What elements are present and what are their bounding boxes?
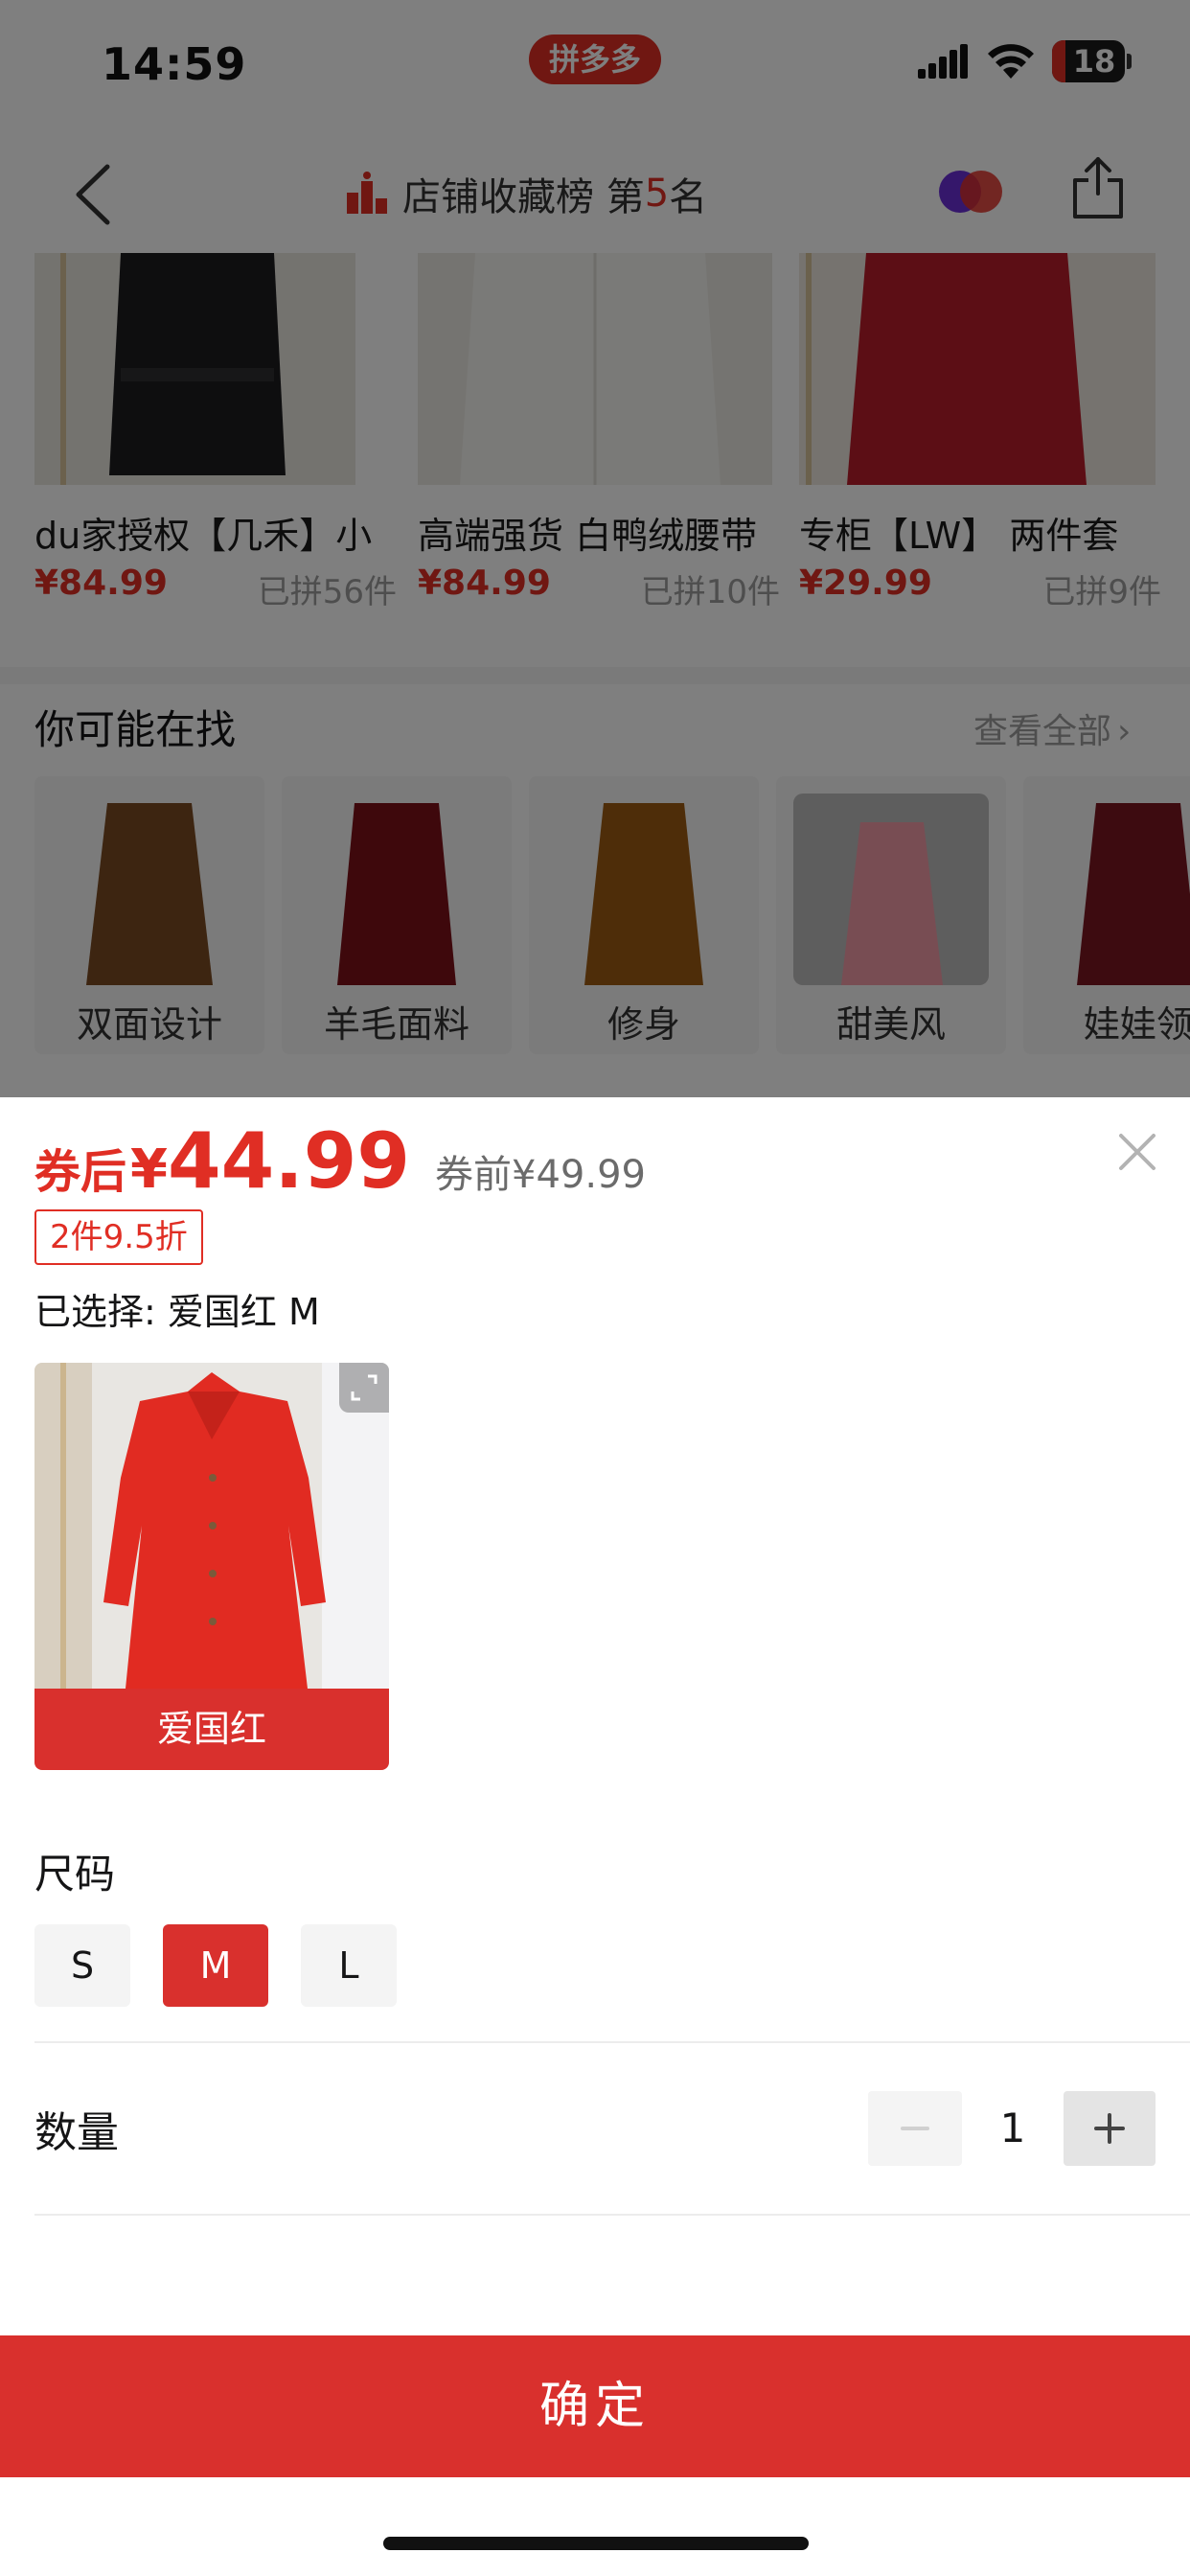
- sku-selection-sheet: 券后 ¥ 44.99 券前¥49.99 2件9.5折 已选择: 爱国红 M 爱国…: [0, 1097, 1190, 2576]
- divider: [34, 2041, 1190, 2043]
- home-indicator[interactable]: [383, 2537, 809, 2550]
- color-option-card[interactable]: 爱国红: [34, 1363, 389, 1770]
- promo-tag: 2件9.5折: [34, 1209, 203, 1265]
- price-prefix: 券后: [34, 1145, 127, 1199]
- modal-backdrop[interactable]: [0, 0, 1190, 1097]
- coupon-price: 44.99: [167, 1116, 411, 1206]
- close-icon[interactable]: [1113, 1128, 1161, 1176]
- color-option-image: [34, 1363, 389, 1689]
- size-option-m[interactable]: M: [163, 1924, 268, 2007]
- quantity-value[interactable]: 1: [962, 2091, 1064, 2166]
- price-line: 券后 ¥ 44.99 券前¥49.99: [34, 1116, 646, 1206]
- currency-symbol: ¥: [130, 1138, 168, 1201]
- size-option-l[interactable]: L: [301, 1924, 397, 2007]
- size-option-s[interactable]: S: [34, 1924, 130, 2007]
- plus-icon: [1094, 2113, 1125, 2144]
- product-page-background: 14:59 拼多多 18: [0, 0, 1190, 1097]
- minus-icon: [901, 2127, 929, 2130]
- divider: [34, 2214, 1190, 2216]
- confirm-button[interactable]: 确定: [0, 2335, 1190, 2477]
- expand-icon[interactable]: [339, 1363, 389, 1413]
- original-price: 券前¥49.99: [435, 1153, 646, 1197]
- size-section-title: 尺码: [34, 1851, 116, 1898]
- color-option-label: 爱国红: [34, 1689, 389, 1770]
- selected-spec: 已选择: 爱国红 M: [34, 1291, 320, 1333]
- quantity-increase-button[interactable]: [1064, 2091, 1156, 2166]
- size-options: S M L: [34, 1924, 429, 2007]
- quantity-decrease-button[interactable]: [868, 2091, 962, 2166]
- quantity-label: 数量: [34, 2108, 119, 2157]
